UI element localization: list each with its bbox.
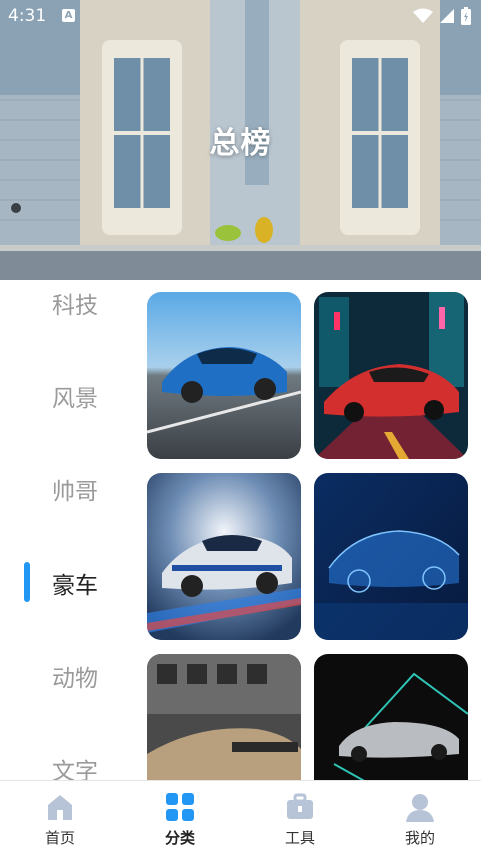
toolbox-icon xyxy=(287,793,313,819)
user-icon xyxy=(406,794,434,822)
signal-icon xyxy=(440,9,454,23)
holographic-car-image xyxy=(314,473,468,640)
page-title: 总榜 xyxy=(209,126,272,161)
category-item-handsome[interactable]: 帅哥 xyxy=(52,472,98,506)
bottom-tab-bar: 首页 分类 工具 我的 xyxy=(0,780,481,855)
app-screen: 总榜 4:31 A 科技 风景 帅哥 豪车 动物 文字 首页 分类 工具 我的 xyxy=(0,0,481,855)
tab-label: 我的 xyxy=(404,829,435,847)
blue-hypercar-image xyxy=(147,292,301,459)
status-bar: 4:31 A xyxy=(0,0,481,32)
wallpaper-tile[interactable] xyxy=(147,292,301,459)
category-list: 科技 风景 帅哥 豪车 动物 文字 xyxy=(0,280,132,780)
category-item-luxury-cars[interactable]: 豪车 xyxy=(52,566,98,600)
category-item-animals[interactable]: 动物 xyxy=(52,659,98,693)
category-item-scenery[interactable]: 风景 xyxy=(52,379,98,413)
category-item-tech[interactable]: 科技 xyxy=(52,286,98,320)
active-category-indicator xyxy=(24,562,30,602)
wallpaper-tile[interactable] xyxy=(147,473,301,640)
neon-supercar-image xyxy=(314,292,468,459)
battery-icon xyxy=(461,7,471,25)
category-grid-icon xyxy=(166,793,194,821)
classic-limousine-image xyxy=(314,654,468,780)
status-time: 4:31 xyxy=(8,6,47,26)
tab-label: 工具 xyxy=(284,829,315,847)
tab-label: 分类 xyxy=(164,829,195,847)
race-car-speed-image xyxy=(147,473,301,640)
wifi-icon xyxy=(413,8,433,23)
wallpaper-tile[interactable] xyxy=(314,292,468,459)
wallpaper-tile[interactable] xyxy=(147,654,301,780)
tab-tools[interactable]: 工具 xyxy=(240,781,360,855)
status-a-badge-icon: A xyxy=(62,9,75,22)
tab-label: 首页 xyxy=(44,829,75,847)
header-banner: 总榜 xyxy=(0,0,481,280)
gold-sports-car-image xyxy=(147,654,301,780)
wallpaper-tile[interactable] xyxy=(314,654,468,780)
wallpaper-tile[interactable] xyxy=(314,473,468,640)
tab-home[interactable]: 首页 xyxy=(0,781,120,855)
tab-mine[interactable]: 我的 xyxy=(360,781,480,855)
tab-category[interactable]: 分类 xyxy=(120,781,240,855)
category-item-text[interactable]: 文字 xyxy=(52,752,98,780)
status-icons xyxy=(413,7,471,25)
category-content: 科技 风景 帅哥 豪车 动物 文字 xyxy=(0,280,481,780)
home-icon xyxy=(48,795,72,820)
